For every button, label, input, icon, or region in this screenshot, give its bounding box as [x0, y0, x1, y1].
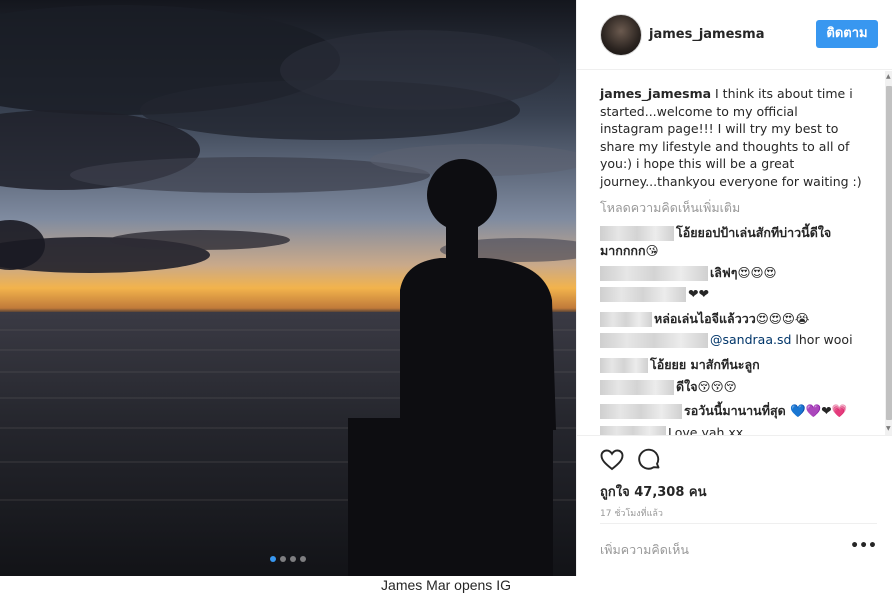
comments-list: james_jamesma I think its about time i s… [577, 71, 885, 435]
comment-text: lhor wooi [791, 332, 853, 347]
blurred-username[interactable] [600, 404, 682, 419]
caption-text: I think its about time i started...welco… [600, 86, 862, 189]
caption-username[interactable]: james_jamesma [600, 86, 711, 101]
follow-button[interactable]: ติดตาม [816, 20, 878, 48]
page-caption: James Mar opens IG [381, 577, 511, 593]
likes-count[interactable]: ถูกใจ 47,308 คน [600, 481, 707, 502]
blurred-username[interactable] [600, 226, 674, 241]
blurred-username[interactable] [600, 287, 686, 302]
post-photo[interactable] [0, 0, 576, 576]
list-item: หล่อเล่นไอจีแล้ววว😍😍😍😭 [600, 309, 809, 329]
heart-icon[interactable] [600, 448, 624, 472]
comment-bubble-icon[interactable] [638, 448, 662, 472]
blurred-username[interactable] [600, 266, 708, 281]
carousel-dots[interactable] [0, 556, 576, 562]
blurred-username[interactable] [600, 380, 674, 395]
list-item: โอ้ยยอปป้าเล่นสักทีบ่าวนี้ดีใจ [600, 223, 831, 243]
comment-input[interactable] [600, 542, 840, 557]
list-item: Love yah xx [600, 425, 743, 435]
blurred-username[interactable] [600, 358, 648, 373]
add-comment-section: ••• [600, 523, 877, 576]
ellipsis-icon[interactable]: ••• [850, 538, 877, 554]
list-item: ดีใจ😚😚😚 [600, 377, 737, 397]
comment-text: ❤❤ [688, 286, 709, 301]
post-side-panel: james_jamesma ติดตาม james_jamesma I thi… [576, 0, 892, 576]
load-more-comments-link[interactable]: โหลดความคิดเห็นเพิ่มเติม [600, 198, 740, 218]
blurred-username[interactable] [600, 312, 652, 327]
comment-text: ดีใจ😚😚😚 [676, 379, 737, 394]
post-actions: ถูกใจ 47,308 คน 17 ชั่วโมงที่แล้ว ••• [577, 435, 892, 576]
blurred-username[interactable] [600, 426, 666, 435]
comment-mention[interactable]: @sandraa.sd [710, 332, 791, 347]
list-item: โอ้ยยย มาสักทีนะลูก [600, 355, 760, 375]
scroll-up-arrow-icon[interactable]: ▲ [886, 73, 891, 80]
comment-text: เลิฟๆ😍😍😍 [710, 265, 777, 280]
carousel-dot-3[interactable] [290, 556, 296, 562]
post-caption: james_jamesma I think its about time i s… [600, 85, 862, 190]
list-item: ❤❤ [600, 286, 709, 302]
scroll-down-arrow-icon[interactable]: ▼ [886, 425, 891, 432]
carousel-dot-1[interactable] [270, 556, 276, 562]
scrollbar-thumb[interactable] [886, 86, 892, 420]
carousel-dot-2[interactable] [280, 556, 286, 562]
list-item: @sandraa.sd lhor wooi [600, 332, 853, 348]
post-timestamp[interactable]: 17 ชั่วโมงที่แล้ว [600, 506, 663, 520]
list-item: มากกกก😘 [600, 241, 659, 261]
comment-text: Love yah xx [668, 425, 744, 435]
comment-text: โอ้ยยอปป้าเล่นสักทีบ่าวนี้ดีใจ [676, 225, 832, 240]
comment-text: หล่อเล่นไอจีแล้ววว😍😍😍😭 [654, 311, 810, 326]
comment-text: โอ้ยยย มาสักทีนะลูก [650, 357, 760, 372]
list-item: เลิฟๆ😍😍😍 [600, 263, 777, 283]
photo-image [0, 0, 576, 576]
post-header: james_jamesma ติดตาม [577, 0, 892, 70]
comment-text: รอวันนี้มานานที่สุด 💙💜❤💗 [684, 403, 848, 418]
comment-text-line2: มากกกก😘 [600, 243, 659, 258]
blurred-username[interactable] [600, 333, 708, 348]
list-item: รอวันนี้มานานที่สุด 💙💜❤💗 [600, 401, 847, 421]
carousel-dot-4[interactable] [300, 556, 306, 562]
header-username[interactable]: james_jamesma [649, 27, 764, 42]
avatar[interactable] [600, 14, 642, 56]
